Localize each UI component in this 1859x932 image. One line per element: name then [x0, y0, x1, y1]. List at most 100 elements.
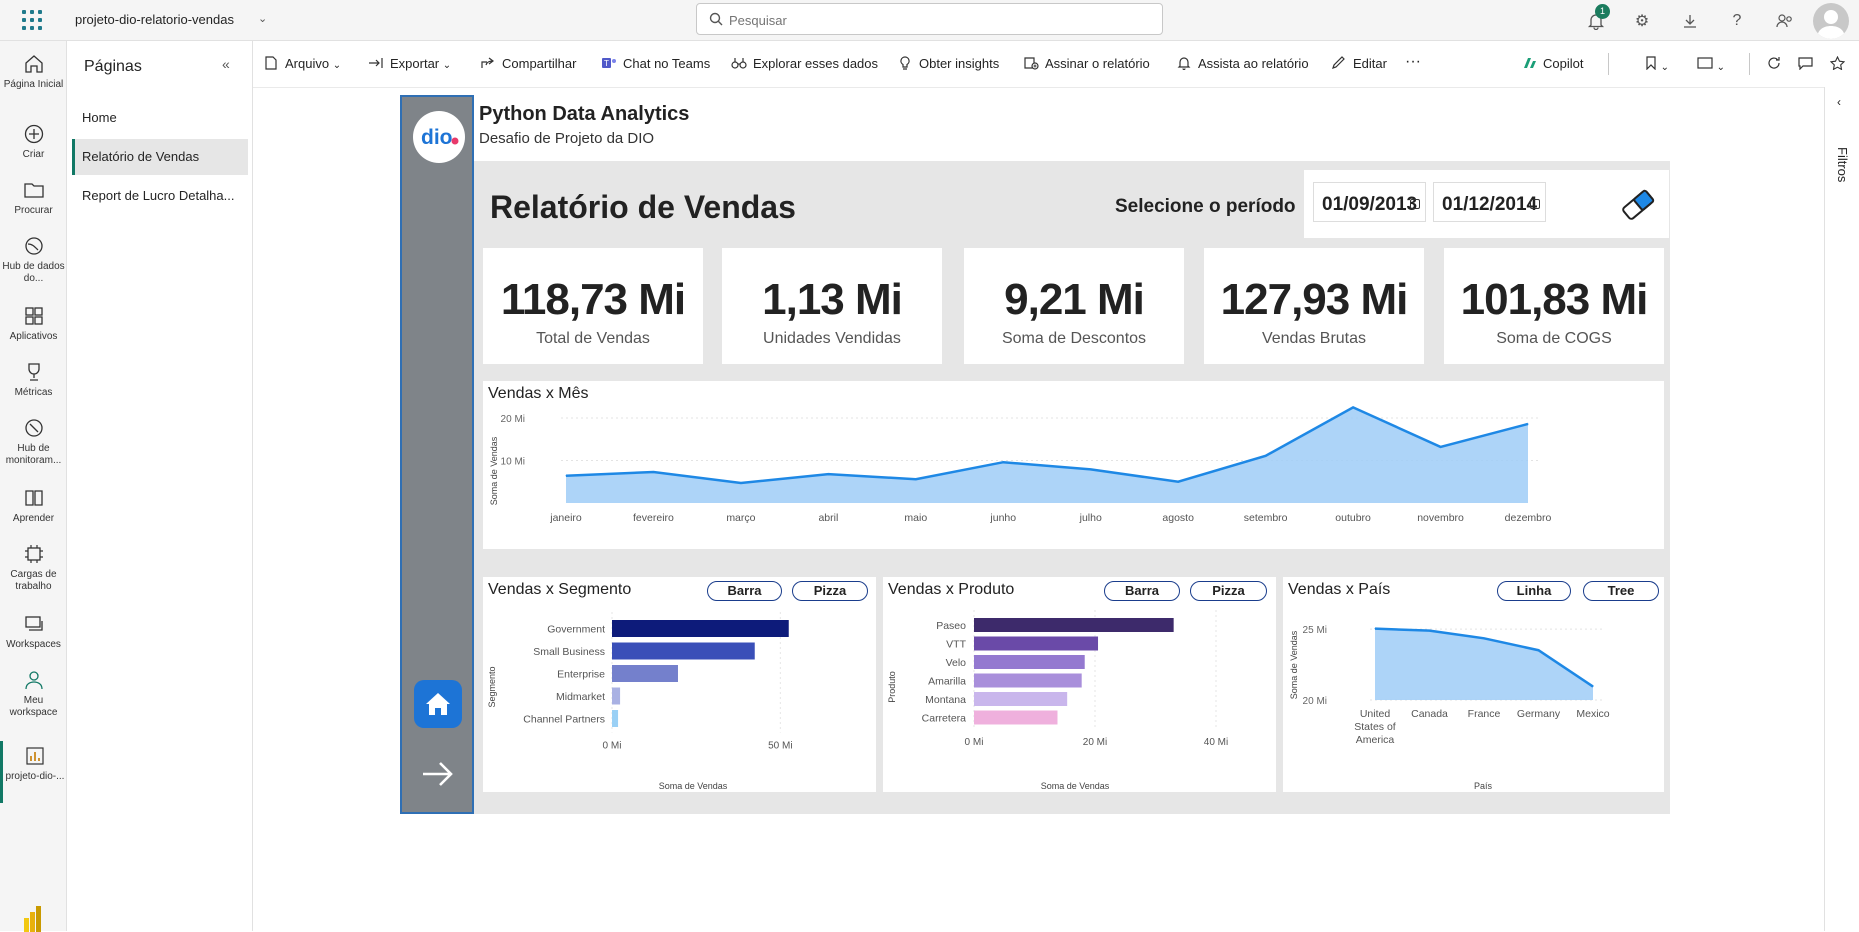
- bookmark-button[interactable]: ⌄: [1645, 56, 1669, 73]
- filters-pane[interactable]: ‹ Filtros: [1824, 87, 1859, 931]
- calendar-icon[interactable]: [1530, 199, 1540, 209]
- bar: [974, 636, 1099, 651]
- help-icon[interactable]: ?: [1726, 10, 1748, 32]
- data-point: [1527, 423, 1529, 425]
- nav-label: Procurar: [14, 205, 53, 216]
- end-date-input[interactable]: 01/12/2014: [1433, 182, 1546, 222]
- chevron-down-icon[interactable]: ⌄: [258, 12, 267, 25]
- y-tick-label: VTT: [946, 639, 966, 651]
- data-point: [1592, 686, 1594, 688]
- x-tick-label: junho: [989, 512, 1016, 524]
- arquivo-menu[interactable]: Arquivo ⌄: [263, 56, 341, 71]
- plus-circle-icon: [24, 124, 43, 144]
- view-icon: [1697, 57, 1713, 69]
- chart-vendas-produto: Vendas x Produto Barra Pizza 0 Mi 20 Mi 40…: [883, 577, 1276, 792]
- bar: [612, 620, 789, 637]
- nav-label: Workspaces: [6, 639, 61, 650]
- nav-learn[interactable]: Aprender: [0, 487, 67, 525]
- y-tick-label: Government: [547, 624, 605, 636]
- obter-insights-button[interactable]: Obter insights: [897, 56, 999, 71]
- nav-label: Meu workspace: [9, 695, 58, 718]
- binoculars-icon: [731, 58, 747, 69]
- bar: [612, 687, 621, 705]
- workspace-title[interactable]: projeto-dio-relatorio-vendas: [75, 12, 234, 27]
- lightbulb-icon: [900, 56, 910, 70]
- download-icon[interactable]: [1679, 10, 1701, 32]
- comment-icon[interactable]: [1798, 56, 1813, 73]
- explorar-dados-button[interactable]: Explorar esses dados: [731, 56, 878, 71]
- nav-label: Hub de monitoram...: [5, 443, 62, 466]
- teams-chat-button[interactable]: T Chat no Teams: [601, 56, 710, 71]
- nav-metrics[interactable]: Métricas: [0, 361, 67, 399]
- start-date-input[interactable]: 01/09/2013: [1313, 182, 1426, 222]
- page-home[interactable]: Home: [72, 100, 248, 136]
- person-icon: [24, 671, 43, 690]
- view-button[interactable]: ⌄: [1697, 56, 1725, 73]
- next-page-button[interactable]: [420, 759, 456, 789]
- y-tick-label: Channel Partners: [523, 714, 605, 726]
- x-tick-label: 0 Mi: [603, 741, 622, 752]
- page-relatorio-de-vendas[interactable]: Relatório de Vendas: [72, 139, 248, 175]
- gear-icon[interactable]: ⚙: [1631, 10, 1653, 32]
- y-tick-label: Carretera: [922, 713, 967, 725]
- data-point: [915, 478, 917, 480]
- nav-data-hub[interactable]: Hub de dados do...: [0, 235, 67, 285]
- report-header-subtitle: Desafio de Projeto da DIO: [479, 130, 655, 147]
- app-launcher-icon[interactable]: [22, 10, 42, 30]
- power-bi-logo-icon: [24, 906, 41, 932]
- pages-panel: Páginas « Home Relatório de Vendas Repor…: [67, 41, 253, 931]
- x-tick-label: United States of America: [1354, 708, 1396, 746]
- nav-label: Hub de dados do...: [2, 261, 65, 284]
- search-box[interactable]: [696, 3, 1163, 35]
- calendar-icon[interactable]: [1410, 199, 1420, 209]
- kpi-card-vendas-brutas: 127,93 Mi Vendas Brutas: [1204, 248, 1424, 364]
- kpi-value: 118,73 Mi: [500, 275, 686, 324]
- data-point: [1440, 446, 1442, 448]
- exportar-menu[interactable]: Exportar ⌄: [368, 56, 451, 71]
- refresh-icon[interactable]: [1767, 56, 1781, 73]
- arrow-right-icon: [423, 762, 453, 786]
- collapse-icon[interactable]: «: [222, 56, 230, 72]
- nav-monitoring-hub[interactable]: Hub de monitoram...: [0, 417, 67, 467]
- share-people-icon[interactable]: [1774, 10, 1796, 32]
- expand-filters-icon[interactable]: ‹: [1837, 95, 1841, 109]
- folder-icon: [23, 183, 44, 198]
- nav-home[interactable]: Página Inicial: [0, 53, 67, 91]
- nav-apps[interactable]: Aplicativos: [0, 305, 67, 343]
- more-options-button[interactable]: ···: [1405, 53, 1421, 71]
- pencil-icon: [1332, 56, 1345, 69]
- favorite-star-icon[interactable]: [1829, 55, 1846, 73]
- kpi-value: 127,93 Mi: [1220, 275, 1409, 324]
- nav-browse[interactable]: Procurar: [0, 179, 67, 217]
- home-icon: [426, 693, 450, 715]
- nav-my-workspace[interactable]: Meu workspace: [0, 669, 67, 719]
- clear-filters-eraser-icon[interactable]: [1618, 185, 1658, 225]
- nav-workloads[interactable]: Cargas de trabalho: [0, 543, 67, 593]
- compartilhar-button[interactable]: Compartilhar: [480, 56, 576, 71]
- assista-relatorio-button[interactable]: Assista ao relatório: [1176, 56, 1309, 71]
- y-tick-label: 10 Mi: [501, 457, 525, 468]
- nav-workspaces[interactable]: Workspaces: [0, 613, 67, 651]
- nav-create[interactable]: Criar: [0, 123, 67, 161]
- kpi-card-soma-descontos: 9,21 Mi Soma de Descontos: [964, 248, 1184, 364]
- editar-button[interactable]: Editar: [1331, 56, 1387, 71]
- avatar[interactable]: [1813, 3, 1849, 39]
- export-icon: [369, 58, 383, 68]
- nav-label: projeto-dio-...: [5, 771, 65, 782]
- copilot-button[interactable]: Copilot: [1521, 56, 1583, 71]
- teams-icon: T: [602, 58, 616, 68]
- search-input[interactable]: [729, 10, 1149, 30]
- bar: [974, 618, 1174, 632]
- top-bar: projeto-dio-relatorio-vendas ⌄ 1 ⚙ ?: [0, 0, 1859, 41]
- home-nav-button[interactable]: [414, 680, 462, 728]
- nav-current-report[interactable]: projeto-dio-...: [0, 741, 67, 803]
- x-tick-label: 50 Mi: [768, 741, 792, 752]
- notification-badge: 1: [1595, 4, 1610, 19]
- x-tick-label: 40 Mi: [1204, 737, 1228, 748]
- data-point: [1090, 468, 1092, 470]
- assinar-relatorio-button[interactable]: Assinar o relatório: [1023, 56, 1150, 71]
- chart-vendas-pais-svg: 20 Mi 25 Mi United States of America Canada Fr…: [1289, 625, 1610, 791]
- data-point: [1374, 628, 1376, 630]
- left-navigation: Página Inicial Criar Procurar Hub de dad…: [0, 41, 67, 932]
- page-report-de-lucro[interactable]: Report de Lucro Detalha...: [72, 178, 248, 214]
